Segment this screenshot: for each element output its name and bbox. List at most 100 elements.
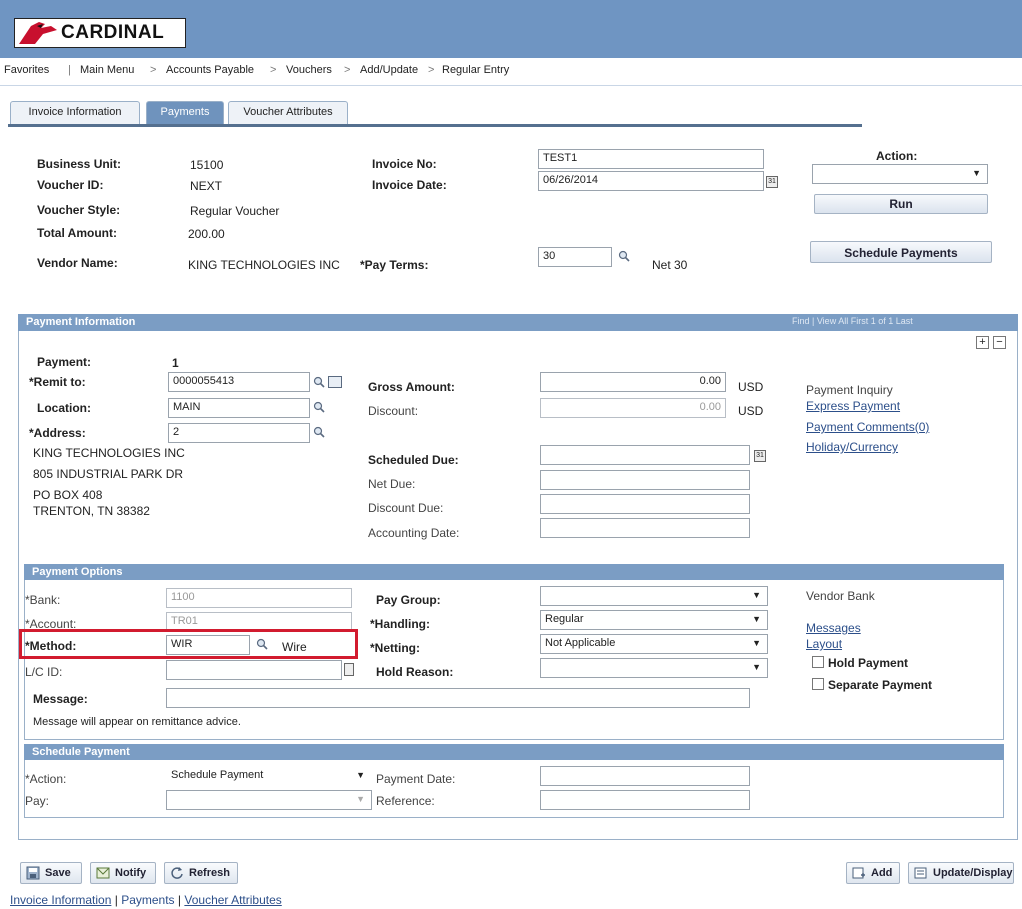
gross-amount-label: Gross Amount: xyxy=(368,380,455,394)
breadcrumb-favorites[interactable]: Favorites xyxy=(4,64,49,76)
holiday-currency-link[interactable]: Holiday/Currency xyxy=(806,440,898,454)
calendar-icon[interactable]: 31 xyxy=(766,176,778,188)
footer-separator: | xyxy=(114,893,118,907)
location-input[interactable]: MAIN xyxy=(168,398,310,418)
net-due-input[interactable] xyxy=(540,470,750,490)
address-line-4: TRENTON, TN 38382 xyxy=(33,504,150,518)
voucher-style-label: Voucher Style: xyxy=(37,203,121,217)
add-button[interactable]: Add xyxy=(846,862,900,884)
voucher-style-value: Regular Voucher xyxy=(190,204,280,218)
total-amount-label: Total Amount: xyxy=(37,226,117,240)
accounting-date-label: Accounting Date: xyxy=(368,526,460,540)
minus-icon[interactable]: − xyxy=(993,336,1006,349)
hold-reason-select[interactable]: ▼ xyxy=(540,658,768,678)
tab-voucher-attributes[interactable]: Voucher Attributes xyxy=(228,101,348,125)
message-label: Message: xyxy=(33,692,88,706)
action-select[interactable]: ▼ xyxy=(812,164,988,184)
magnifier-icon[interactable] xyxy=(313,376,325,388)
update-display-button[interactable]: Update/Display xyxy=(908,862,1014,884)
address-line-2: 805 INDUSTRIAL PARK DR xyxy=(33,467,184,481)
discount-due-input[interactable] xyxy=(540,494,750,514)
method-input[interactable]: WIR xyxy=(166,635,250,655)
separate-payment-checkbox[interactable] xyxy=(812,678,824,690)
total-amount-value: 200.00 xyxy=(188,227,225,241)
detail-icon[interactable] xyxy=(344,663,354,676)
message-input[interactable] xyxy=(166,688,750,708)
remit-to-input[interactable]: 0000055413 xyxy=(168,372,310,392)
reference-input[interactable] xyxy=(540,790,750,810)
hold-payment-label: Hold Payment xyxy=(828,656,909,670)
address-input[interactable]: 2 xyxy=(168,423,310,443)
layout-link[interactable]: Layout xyxy=(806,637,842,651)
bank-input[interactable]: 1100 xyxy=(166,588,352,608)
plus-icon[interactable]: + xyxy=(976,336,989,349)
payment-date-input[interactable] xyxy=(540,766,750,786)
breadcrumb-add-update[interactable]: Add/Update xyxy=(360,64,418,76)
discount-input[interactable]: 0.00 xyxy=(540,398,726,418)
tab-payments[interactable]: Payments xyxy=(146,101,224,125)
breadcrumb-main-menu[interactable]: Main Menu xyxy=(80,64,134,76)
update-display-label: Update/Display xyxy=(933,867,1013,879)
discount-label: Discount: xyxy=(368,404,419,418)
pay-group-label: Pay Group: xyxy=(376,593,441,607)
invoice-date-input[interactable]: 06/26/2014 xyxy=(538,171,764,191)
scheduled-due-label: Scheduled Due: xyxy=(368,453,459,467)
payment-date-label: Payment Date: xyxy=(376,772,456,786)
chevron-down-icon: ▼ xyxy=(356,794,365,804)
footer-invoice-information-link[interactable]: Invoice Information xyxy=(10,893,111,907)
pay-select[interactable]: ▼ xyxy=(166,790,372,810)
gross-amount-input[interactable]: 0.00 xyxy=(540,372,726,392)
update-display-icon xyxy=(914,867,927,879)
separate-payment-label: Separate Payment xyxy=(828,678,933,692)
footer-voucher-attributes-link[interactable]: Voucher Attributes xyxy=(184,893,281,907)
calendar-icon[interactable]: 31 xyxy=(754,450,766,462)
chevron-down-icon: ▼ xyxy=(356,770,365,780)
action-label: Action: xyxy=(876,149,918,163)
payment-label: Payment: xyxy=(37,355,92,369)
accounting-date-input[interactable] xyxy=(540,518,750,538)
invoice-no-input[interactable]: TEST1 xyxy=(538,149,764,169)
messages-link[interactable]: Messages xyxy=(806,621,861,635)
schedule-action-label: *Action: xyxy=(25,772,67,786)
breadcrumb-accounts-payable[interactable]: Accounts Payable xyxy=(166,64,254,76)
discount-due-label: Discount Due: xyxy=(368,501,444,515)
brand-name: CARDINAL xyxy=(61,22,165,43)
pay-group-select[interactable]: ▼ xyxy=(540,586,768,606)
save-label: Save xyxy=(45,867,71,879)
magnifier-icon[interactable] xyxy=(313,426,325,438)
lc-id-input[interactable] xyxy=(166,660,342,680)
breadcrumb-vouchers[interactable]: Vouchers xyxy=(286,64,332,76)
hold-payment-checkbox[interactable] xyxy=(812,656,824,668)
handling-value: Regular xyxy=(545,613,584,625)
handling-select[interactable]: Regular ▼ xyxy=(540,610,768,630)
chevron-down-icon: ▼ xyxy=(752,638,761,648)
tab-divider xyxy=(8,124,862,127)
hold-reason-label: Hold Reason: xyxy=(376,665,454,679)
tab-invoice-information[interactable]: Invoice Information xyxy=(10,101,140,125)
breadcrumb-regular-entry: Regular Entry xyxy=(442,64,510,76)
scheduled-due-input[interactable] xyxy=(540,445,750,465)
row-navigation[interactable]: Find | View All First 1 of 1 Last xyxy=(792,316,913,326)
notify-button[interactable]: Notify xyxy=(90,862,156,884)
address-line-1: KING TECHNOLOGIES INC xyxy=(33,446,185,460)
netting-select[interactable]: Not Applicable ▼ xyxy=(540,634,768,654)
message-note: Message will appear on remittance advice… xyxy=(33,716,241,728)
schedule-payments-button[interactable]: Schedule Payments xyxy=(810,241,992,263)
footer-links: Invoice Information | Payments | Voucher… xyxy=(10,893,282,907)
magnifier-icon[interactable] xyxy=(618,250,630,262)
express-payment-link[interactable]: Express Payment xyxy=(806,399,900,413)
run-button[interactable]: Run xyxy=(814,194,988,214)
pay-terms-input[interactable]: 30 xyxy=(538,247,612,267)
detail-icon[interactable] xyxy=(328,376,342,388)
voucher-id-label: Voucher ID: xyxy=(37,178,104,192)
chevron-down-icon: ▼ xyxy=(752,614,761,624)
invoice-no-label: Invoice No: xyxy=(372,157,437,171)
payment-comments-link[interactable]: Payment Comments(0) xyxy=(806,420,929,434)
magnifier-icon[interactable] xyxy=(256,638,268,650)
breadcrumb-divider: | xyxy=(68,64,71,76)
save-button[interactable]: Save xyxy=(20,862,82,884)
refresh-button[interactable]: Refresh xyxy=(164,862,238,884)
magnifier-icon[interactable] xyxy=(313,401,325,413)
bank-label: *Bank: xyxy=(25,593,61,607)
schedule-action-select[interactable]: Schedule Payment ▼ xyxy=(166,766,372,786)
